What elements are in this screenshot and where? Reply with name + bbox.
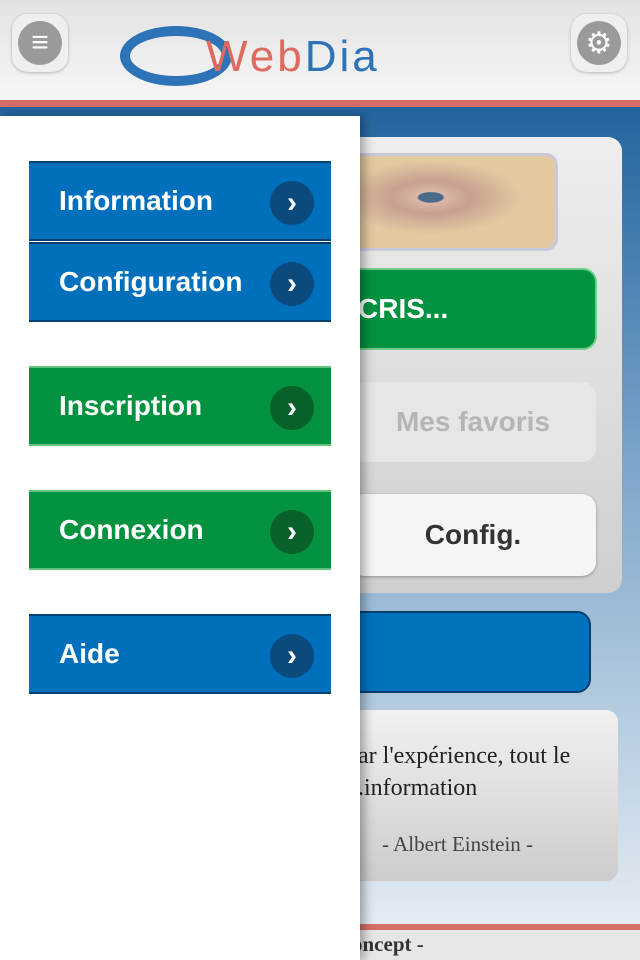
- blue-button[interactable]: [330, 611, 591, 693]
- config-button[interactable]: Config.: [350, 494, 596, 576]
- menu-item-inscription[interactable]: Inscription ›: [29, 366, 331, 446]
- chevron-right-icon: ›: [270, 510, 314, 554]
- menu-item-information[interactable]: Information ›: [29, 161, 331, 241]
- gear-icon: ⚙: [577, 21, 621, 65]
- chevron-right-icon: ›: [270, 386, 314, 430]
- app-header: ≡ WebDia ⚙: [0, 0, 640, 100]
- chevron-right-icon: ›: [270, 262, 314, 306]
- menu-item-aide[interactable]: Aide ›: [29, 614, 331, 694]
- webdia-logo: WebDia: [118, 22, 478, 92]
- menu-label: Connexion: [59, 514, 204, 545]
- favorites-button[interactable]: Mes favoris: [350, 382, 596, 462]
- eye-image: [345, 153, 558, 251]
- menu-label: Configuration: [59, 266, 243, 297]
- menu-item-configuration[interactable]: Configuration ›: [29, 242, 331, 322]
- menu-item-connexion[interactable]: Connexion ›: [29, 490, 331, 570]
- settings-button[interactable]: ⚙: [571, 14, 627, 72]
- quote-text: ar l'expérience, tout le information.: [358, 743, 571, 801]
- menu-label: Information: [59, 185, 213, 216]
- hamburger-icon: ≡: [18, 21, 62, 65]
- menu-label: Aide: [59, 638, 120, 669]
- chevron-right-icon: ›: [270, 181, 314, 225]
- side-drawer: Information › Configuration › Inscription ›…: [0, 116, 360, 960]
- chevron-right-icon: ›: [270, 634, 314, 678]
- menu-button[interactable]: ≡: [12, 14, 68, 72]
- divider: [0, 100, 640, 107]
- green-button[interactable]: CRIS...: [330, 268, 597, 350]
- quote-author: - Albert Einstein -: [382, 832, 534, 856]
- menu-label: Inscription: [59, 390, 203, 421]
- quote-card: ar l'expérience, tout le information. - A…: [330, 710, 618, 881]
